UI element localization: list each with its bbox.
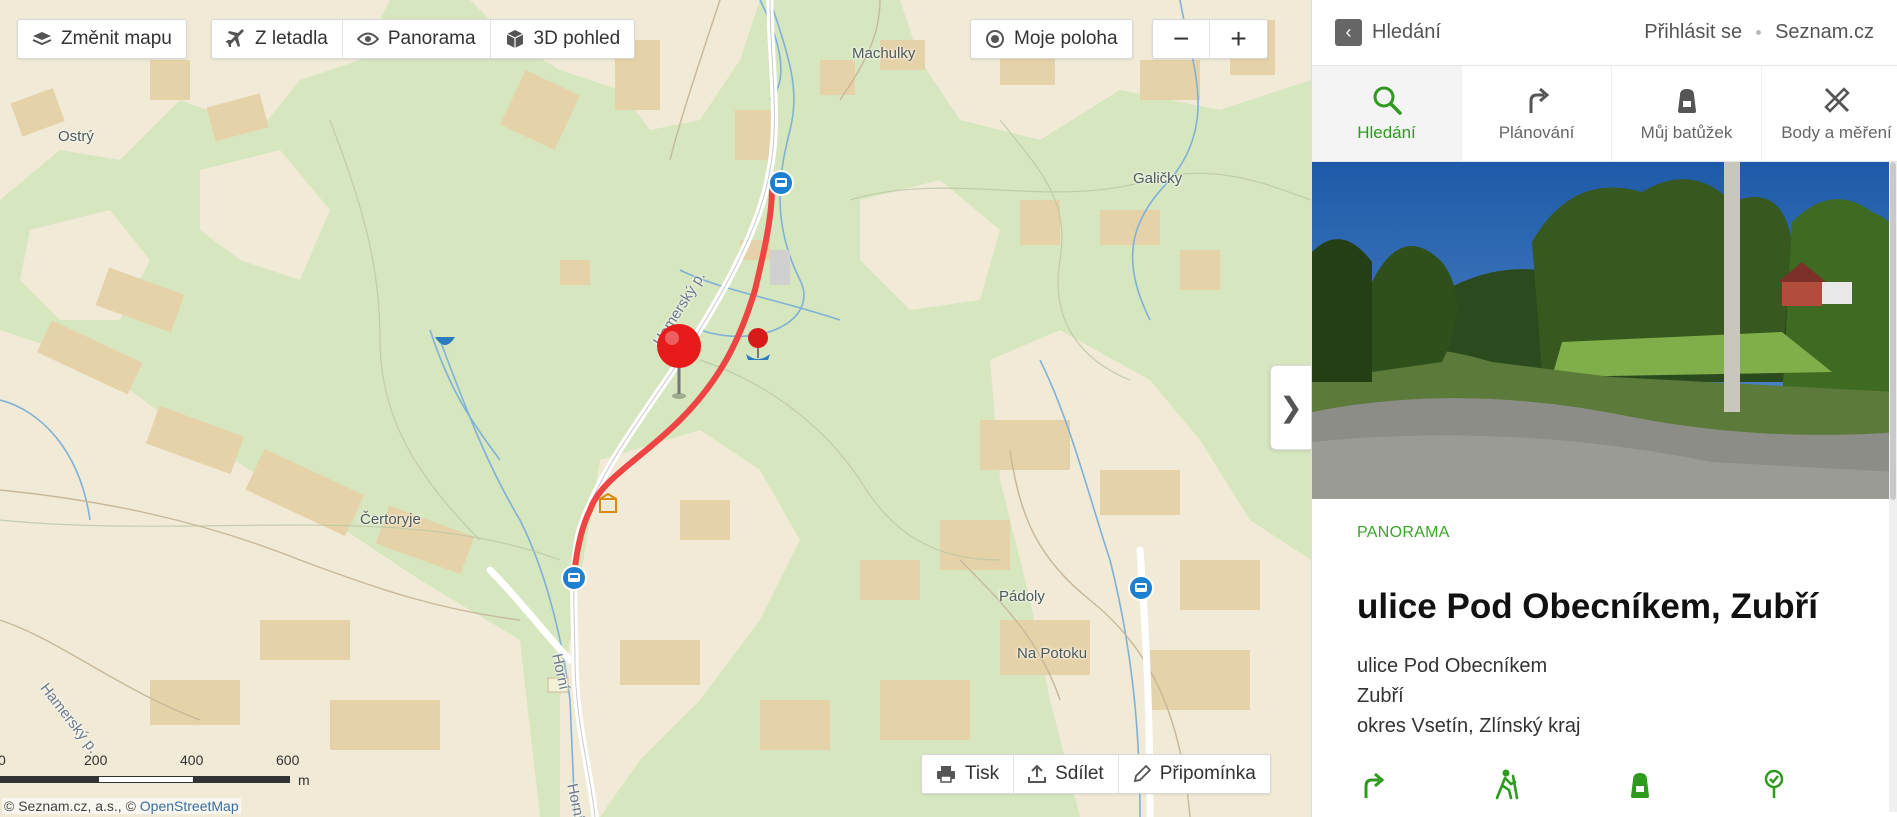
location-pin-icon[interactable] — [655, 322, 705, 402]
share-icon — [1028, 765, 1047, 783]
comment-label: Připomínka — [1159, 763, 1256, 784]
scale-tick: 0 — [0, 752, 6, 768]
place-title: ulice Pod Obecníkem, Zubří — [1357, 587, 1818, 626]
3d-view-button[interactable]: 3D pohled — [489, 20, 635, 58]
panel-tabs: Hledání Plánování Můj batůžek Body a měř… — [1312, 66, 1897, 162]
map-background — [0, 0, 1311, 817]
layers-icon — [32, 32, 52, 46]
backpack-icon[interactable] — [1625, 768, 1655, 800]
cube-icon — [506, 30, 523, 48]
bus-stop-icon[interactable] — [1128, 575, 1154, 601]
print-button[interactable]: Tisk — [922, 755, 1013, 793]
3d-view-label: 3D pohled — [533, 28, 621, 49]
panel-content: PANORAMA ulice Pod Obecníkem, Zubří ulic… — [1312, 524, 1897, 741]
tab-label: Můj batůžek — [1640, 122, 1733, 142]
side-panel: ‹ Hledání Přihlásit se Seznam.cz Hledání… — [1311, 0, 1897, 817]
panorama-label: Panorama — [387, 28, 476, 49]
scale-tick: 600 — [276, 752, 300, 768]
tab-backpack[interactable]: Můj batůžek — [1612, 66, 1762, 161]
location-group: Moje poloha — [970, 19, 1133, 59]
tab-label: Hledání — [1357, 122, 1416, 142]
bottom-actions: Tisk Sdílet Připomínka — [921, 754, 1271, 794]
eye-icon — [356, 32, 379, 46]
map-attribution: © Seznam.cz, a.s., © OpenStreetMap — [2, 798, 241, 814]
place-actions — [1357, 768, 1893, 805]
address-line: okres Vsetín, Zlínský kraj — [1357, 715, 1581, 737]
address-block: ulice Pod Obecníkem Zubří okres Vsetín, … — [1357, 651, 1852, 741]
zoom-out-button[interactable]: − — [1153, 20, 1209, 58]
aerial-label: Z letadla — [255, 28, 328, 49]
printer-icon — [937, 766, 955, 783]
change-map-group: Změnit mapu — [17, 19, 187, 59]
address-line: ulice Pod Obecníkem — [1357, 655, 1548, 677]
category-label: PANORAMA — [1357, 524, 1450, 541]
login-link[interactable]: Přihlásit se — [1644, 21, 1742, 44]
pin-check-icon[interactable] — [1759, 768, 1789, 800]
my-location-label: Moje poloha — [1014, 28, 1118, 49]
water-source-icon[interactable] — [433, 335, 457, 351]
map-canvas[interactable]: Ostrý Machulky Galičky Čertoryje Pádoly … — [0, 0, 1311, 817]
tab-label: Plánování — [1498, 122, 1575, 142]
panorama-pin-icon[interactable] — [744, 326, 772, 362]
scale-unit: m — [298, 772, 310, 788]
back-label: Hledání — [1372, 21, 1441, 43]
place-label: Ostrý — [58, 128, 94, 145]
place-label: Čertoryje — [360, 511, 421, 528]
place-label: Galičky — [1133, 170, 1183, 187]
place-label: Pádoly — [999, 588, 1045, 605]
collapse-panel-handle[interactable]: ❯ — [1270, 365, 1311, 450]
tab-search[interactable]: Hledání — [1312, 66, 1462, 161]
view-mode-group: Z letadla Panorama 3D pohled — [211, 19, 636, 59]
chevron-left-icon: ‹ — [1335, 19, 1362, 46]
back-to-search-button[interactable]: ‹ Hledání — [1335, 19, 1441, 46]
tab-points-measure[interactable]: Body a měření — [1762, 66, 1897, 161]
share-label: Sdílet — [1055, 763, 1104, 784]
bus-stop-icon[interactable] — [768, 170, 794, 196]
panorama-button[interactable]: Panorama — [341, 20, 490, 58]
place-label: Na Potoku — [1017, 645, 1088, 662]
building-poi-icon[interactable] — [597, 493, 619, 515]
tab-label: Body a měření — [1781, 122, 1892, 142]
share-button[interactable]: Sdílet — [1013, 755, 1118, 793]
panel-topbar: ‹ Hledání Přihlásit se Seznam.cz — [1312, 0, 1897, 66]
osm-link[interactable]: OpenStreetMap — [140, 798, 239, 814]
change-map-button[interactable]: Změnit mapu — [18, 20, 186, 58]
change-map-label: Změnit mapu — [61, 28, 172, 49]
tab-planning[interactable]: Plánování — [1462, 66, 1612, 161]
target-icon — [986, 30, 1004, 48]
my-location-button[interactable]: Moje poloha — [971, 20, 1132, 58]
ruler-pencil-icon — [1823, 86, 1850, 113]
pencil-icon — [1133, 765, 1151, 783]
scale-tick: 200 — [84, 752, 108, 768]
place-label: Machulky — [852, 45, 916, 62]
search-icon — [1373, 86, 1402, 115]
route-icon[interactable] — [1357, 768, 1387, 800]
panel-scrollbar[interactable] — [1889, 162, 1897, 812]
route-icon — [1529, 87, 1549, 113]
panorama-photo[interactable] — [1312, 162, 1897, 499]
airplane-icon — [226, 29, 244, 47]
backpack-icon — [1677, 88, 1696, 113]
scale-tick: 400 — [180, 752, 204, 768]
print-label: Tisk — [965, 763, 1000, 784]
comment-button[interactable]: Připomínka — [1117, 755, 1270, 793]
separator-dot — [1756, 30, 1762, 35]
seznam-link[interactable]: Seznam.cz — [1775, 21, 1874, 44]
zoom-in-button[interactable]: + — [1209, 20, 1266, 58]
zoom-group: − + — [1152, 19, 1268, 59]
address-line: Zubří — [1357, 685, 1404, 707]
hiker-icon[interactable] — [1491, 768, 1521, 800]
aerial-button[interactable]: Z letadla — [212, 20, 342, 58]
bus-stop-icon[interactable] — [561, 565, 587, 591]
copyright-text: © Seznam.cz, a.s., © — [4, 798, 140, 814]
panorama-image — [1312, 162, 1897, 499]
